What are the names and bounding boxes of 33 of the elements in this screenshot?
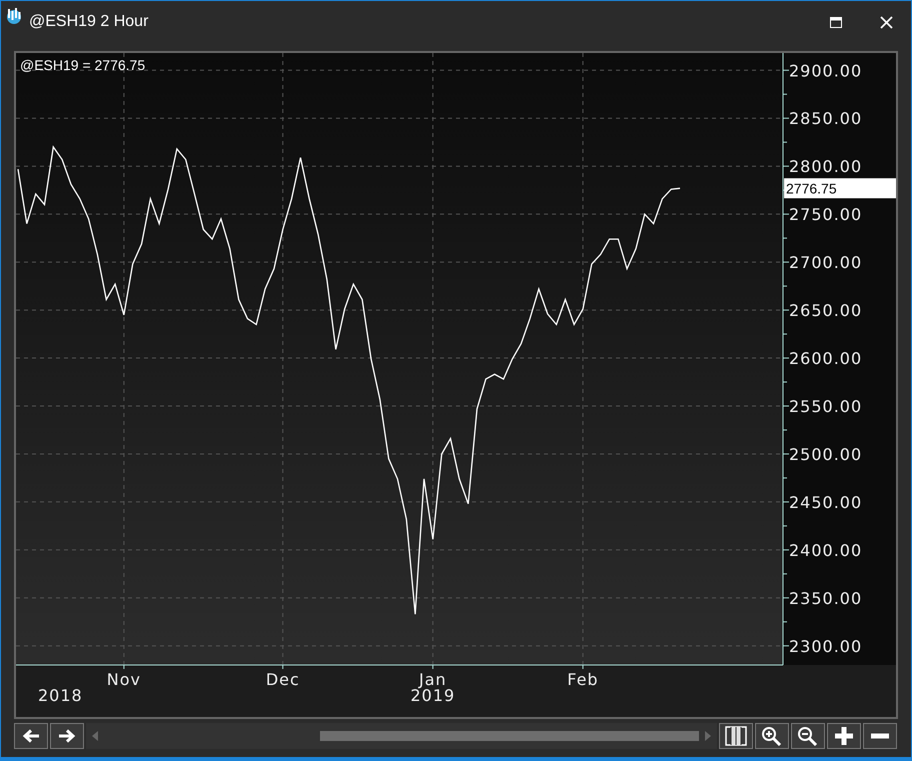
axis-label: 2750.00 — [789, 205, 862, 224]
zoom-in-icon[interactable] — [755, 723, 789, 749]
axis-label: Dec — [266, 670, 300, 689]
close-icon[interactable] — [880, 16, 893, 28]
axis-label: 2600.00 — [789, 349, 862, 368]
axis-label: 2400.00 — [789, 540, 862, 560]
axis-label: 2650.00 — [789, 301, 862, 320]
chart-legend: @ESH19 = 2776.75 — [20, 57, 146, 73]
plus-icon[interactable] — [827, 723, 861, 749]
axis-label: 2800.00 — [789, 157, 862, 176]
scroll-left-button[interactable] — [14, 723, 48, 749]
scroll-right-button[interactable] — [50, 723, 84, 749]
axis-label: 2700.00 — [789, 253, 862, 272]
left-arrow-icon — [22, 729, 40, 743]
axis-label: 2500.00 — [789, 444, 862, 464]
axis-label: 2900.00 — [789, 61, 862, 80]
axis-label: 2850.00 — [789, 109, 862, 128]
maximize-icon[interactable] — [830, 16, 842, 28]
axis-label: Jan — [419, 670, 447, 689]
axis-label: 2300.00 — [789, 636, 862, 656]
axis-label: 2350.00 — [789, 588, 862, 608]
window-title: @ESH19 2 Hour — [29, 13, 148, 31]
columns-icon[interactable] — [719, 723, 753, 749]
axis-label: Feb — [567, 670, 599, 689]
axis-label: 2550.00 — [789, 397, 862, 416]
axis-label: Nov — [106, 670, 142, 689]
minus-icon[interactable] — [863, 723, 897, 749]
axis-label: 2450.00 — [789, 492, 862, 512]
zoom-out-icon[interactable] — [791, 723, 825, 749]
app-logo-icon — [5, 7, 23, 25]
axis-label: 2018 — [38, 686, 83, 705]
right-arrow-icon — [58, 729, 76, 743]
price-tag: 2776.75 — [784, 178, 896, 198]
